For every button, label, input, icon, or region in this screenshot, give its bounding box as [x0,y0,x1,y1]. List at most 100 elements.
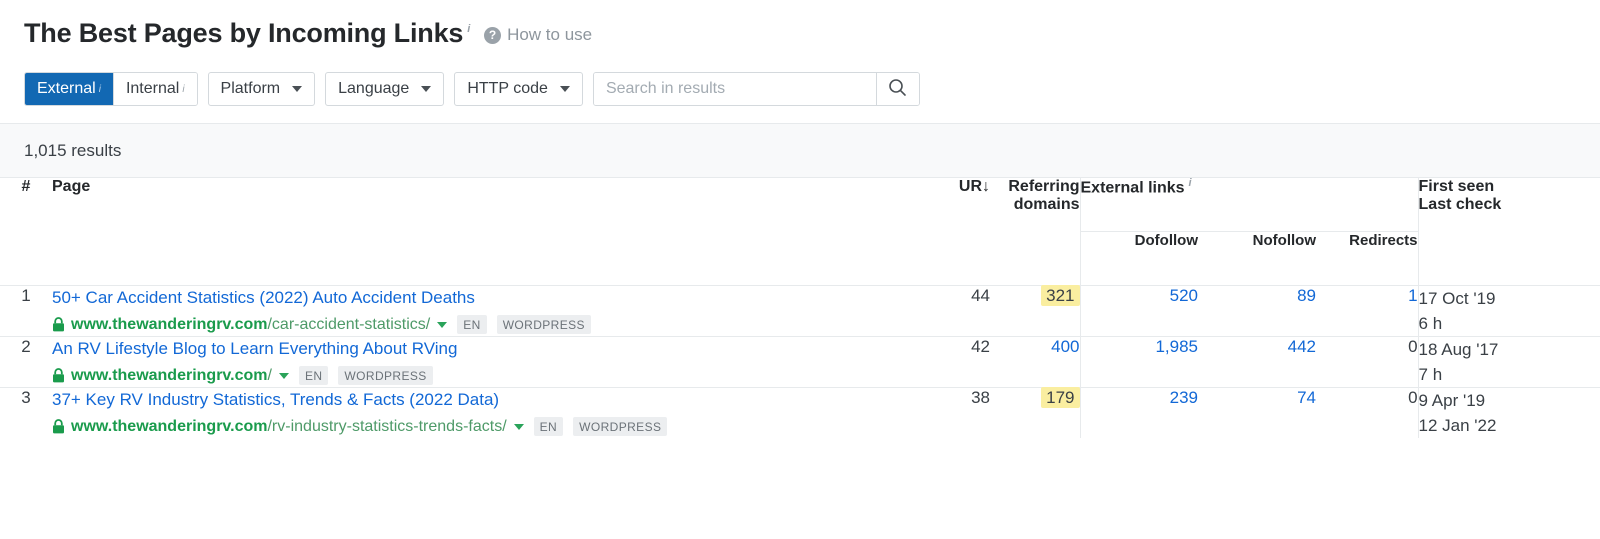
cell-redirects: 0 [1316,335,1419,387]
col-header-first-seen: First seen [1418,178,1495,195]
badge-platform: WORDPRESS [496,315,591,334]
how-to-use-label: How to use [507,25,593,44]
row-index: 2 [0,335,52,387]
page-title-link[interactable]: An RV Lifestyle Blog to Learn Everything… [52,337,900,361]
cell-referring-domains[interactable]: 321 [990,284,1080,336]
url-chevron-down-icon[interactable] [437,321,448,328]
cell-dofollow[interactable]: 1,985 [1079,335,1198,387]
how-to-use-link[interactable]: ? How to use [484,25,592,45]
external-links-info-icon[interactable]: i [1189,177,1192,189]
page-title-info-icon[interactable]: i [467,23,470,35]
page-cell: 50+ Car Accident Statistics (2022) Auto … [52,284,900,336]
col-header-nofollow[interactable]: Nofollow [1198,231,1316,285]
page-title-link[interactable]: 50+ Car Accident Statistics (2022) Auto … [52,286,900,310]
col-header-referring-domains-line1: Referring [1008,178,1080,195]
search-input[interactable] [593,73,876,105]
chevron-down-icon [292,86,303,92]
cell-last-check: 6 h [1418,313,1443,333]
col-header-external-links: External links i [1079,177,1419,232]
row-index: 3 [0,386,52,438]
filter-http-code[interactable]: HTTP code [454,72,583,106]
tab-external-label: External [37,80,96,97]
page-url-path[interactable]: /rv-industry-statistics-trends-facts/ [267,417,506,437]
page-url-line: www.thewanderingrv.com / EN WORDPRESS [52,366,900,386]
chevron-down-icon [559,86,570,92]
page-title-text: The Best Pages by Incoming Links [24,18,464,48]
referring-domains-value: 321 [1041,284,1080,306]
lock-icon [52,419,65,434]
results-count: 1,015 results [24,140,122,160]
cell-dofollow[interactable]: 239 [1079,386,1198,438]
cell-nofollow[interactable]: 442 [1198,335,1316,387]
cell-first-seen-last-check: 18 Aug '17 7 h [1417,335,1600,387]
tab-internal-label: Internal [125,80,180,97]
badge-platform: WORDPRESS [338,366,433,385]
page-cell: An RV Lifestyle Blog to Learn Everything… [52,335,900,387]
search-button[interactable] [875,73,919,105]
tab-external-info-icon[interactable]: i [99,84,101,95]
cell-ur: 38 [900,386,990,438]
cell-ur: 42 [900,335,990,387]
col-header-page: Page [52,178,91,195]
col-header-ur-label: UR [958,178,982,195]
table-row: 2 An RV Lifestyle Blog to Learn Everythi… [0,335,1600,387]
col-header-ur[interactable]: UR↓ [900,178,990,285]
lock-icon [52,368,65,383]
cell-last-check: 12 Jan '22 [1418,415,1497,435]
cell-first-seen: 9 Apr '19 [1418,390,1486,410]
row-index: 1 [0,284,52,336]
referring-domains-value: 179 [1041,386,1080,408]
cell-redirects[interactable]: 1 [1316,284,1419,336]
page-title-link[interactable]: 37+ Key RV Industry Statistics, Trends &… [52,388,900,412]
tab-external[interactable]: External i [25,73,114,105]
sort-descending-icon: ↓ [982,178,990,195]
cell-nofollow[interactable]: 74 [1198,386,1316,438]
page-header: The Best Pages by Incoming Links i ? How … [0,0,1600,106]
filter-language-label: Language [338,80,410,97]
filter-language[interactable]: Language [325,72,445,106]
page-url-domain[interactable]: www.thewanderingrv.com [71,315,267,335]
table-body: 1 50+ Car Accident Statistics (2022) Aut… [0,284,1600,438]
badge-platform: WORDPRESS [573,417,668,436]
table-row: 1 50+ Car Accident Statistics (2022) Aut… [0,284,1600,336]
cell-referring-domains[interactable]: 179 [990,386,1080,438]
filter-bar: External i Internal i Platform Language HT… [24,72,1576,106]
cell-dofollow[interactable]: 520 [1079,284,1198,336]
col-header-redirects[interactable]: Redirects [1316,231,1418,285]
results-bar: 1,015 results [0,123,1600,178]
page-cell: 37+ Key RV Industry Statistics, Trends &… [52,386,900,438]
cell-referring-domains[interactable]: 400 [990,335,1080,387]
cell-first-seen: 18 Aug '17 [1418,339,1499,359]
url-chevron-down-icon[interactable] [513,423,524,430]
page-url-domain[interactable]: www.thewanderingrv.com [71,417,267,437]
search-box [592,72,920,106]
scope-segmented-control: External i Internal i [24,72,198,106]
table-header-row-primary: # Page UR↓ Referring domains External li… [0,177,1600,285]
cell-first-seen-last-check: 9 Apr '19 12 Jan '22 [1417,386,1600,438]
filter-platform-label: Platform [220,80,281,97]
badge-language: EN [298,366,329,385]
col-header-dofollow[interactable]: Dofollow [1079,231,1198,285]
chevron-down-icon [421,86,432,92]
cell-nofollow[interactable]: 89 [1198,284,1316,336]
url-chevron-down-icon[interactable] [278,372,289,379]
col-header-last-check: Last check [1418,196,1502,213]
page-url-path[interactable]: /car-accident-statistics/ [267,315,430,335]
page-url-line: www.thewanderingrv.com/rv-industry-stati… [52,417,900,437]
page-url-domain[interactable]: www.thewanderingrv.com [71,366,267,386]
badge-language: EN [533,417,564,436]
filter-platform[interactable]: Platform [207,72,316,106]
pages-table: # Page UR↓ Referring domains External li… [0,178,1600,438]
tab-internal[interactable]: Internal i [113,73,197,105]
lock-icon [52,317,65,332]
tab-internal-info-icon[interactable]: i [182,84,184,95]
table-head: # Page UR↓ Referring domains External li… [0,178,1600,285]
question-mark-icon: ? [484,26,502,44]
col-header-referring-domains[interactable]: Referring domains [990,178,1080,285]
col-header-index: # [21,178,31,195]
table-row: 3 37+ Key RV Industry Statistics, Trends… [0,386,1600,438]
col-header-first-seen-last-check: First seen Last check [1417,178,1600,285]
title-row: The Best Pages by Incoming Links i ? How … [24,16,1576,56]
page-url-path[interactable]: / [267,366,271,386]
col-header-external-links-label: External links [1080,179,1185,197]
